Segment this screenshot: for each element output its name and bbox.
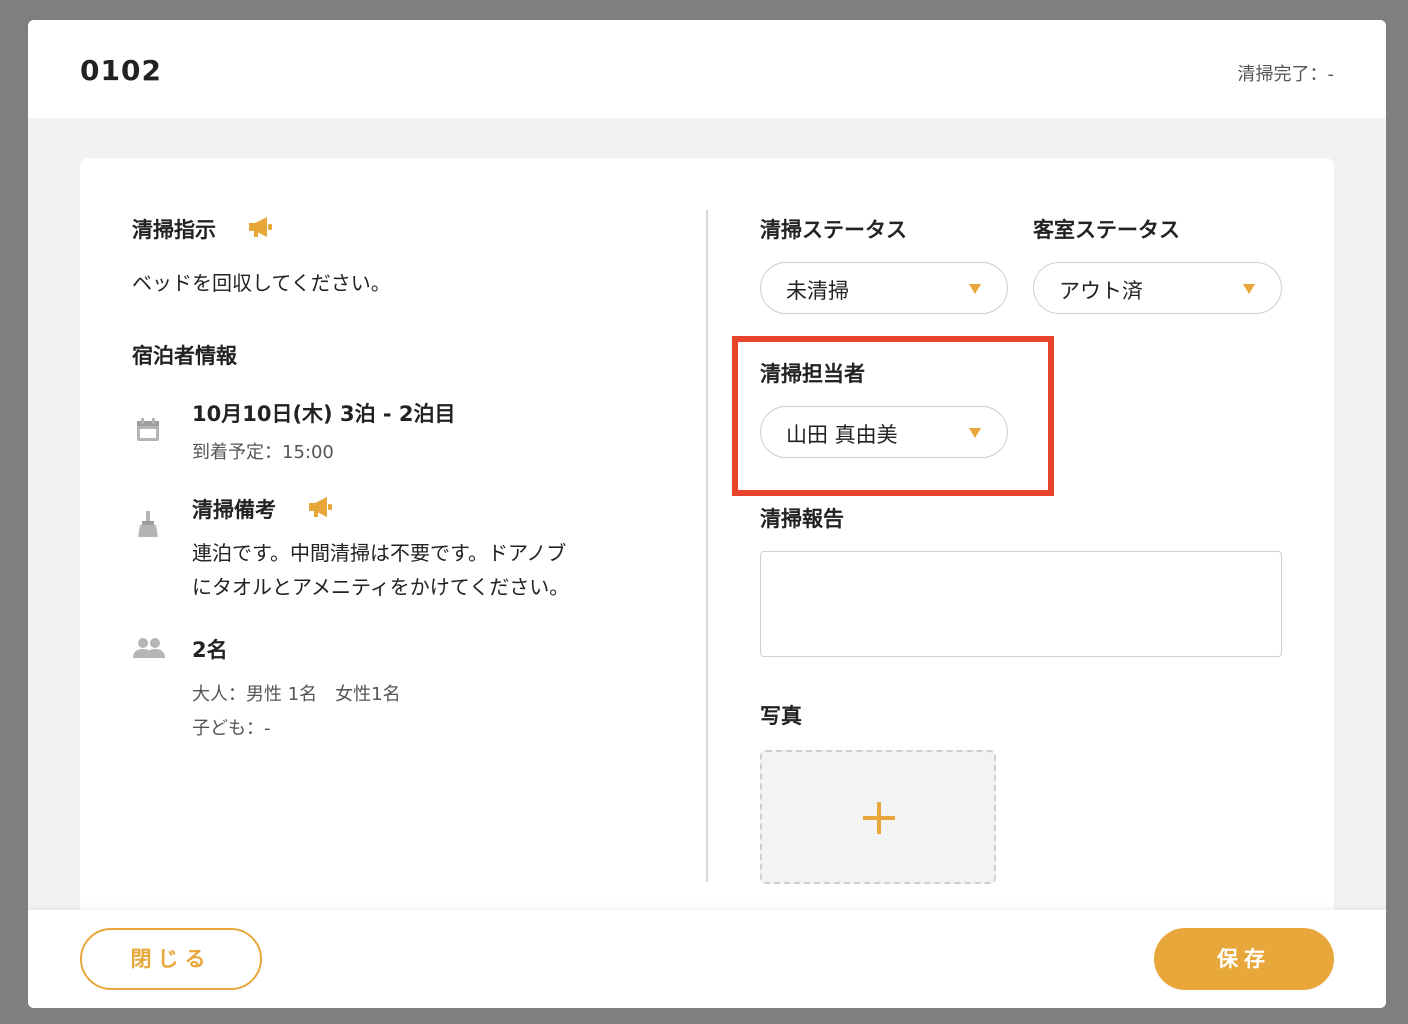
- cleaning-status-select[interactable]: 未清掃: [760, 262, 1008, 314]
- cleaning-notes-title: 清掃備考: [192, 498, 276, 522]
- photo-label: 写真: [760, 704, 802, 728]
- broom-icon: [138, 511, 158, 537]
- arrival-time: 到着予定：15:00: [192, 442, 334, 463]
- cleaning-notes-line1: 連泊です。中間清掃は不要です。ドアノブ: [192, 541, 567, 565]
- modal-footer: 閉じる 保存: [28, 910, 1386, 1008]
- guest-info-title: 宿泊者情報: [132, 344, 237, 368]
- close-button[interactable]: 閉じる: [80, 928, 262, 990]
- stay-summary: 10月10日(木) 3泊 - 2泊目: [192, 402, 456, 426]
- cleaning-complete-status: 清掃完了：-: [1237, 64, 1335, 85]
- cleaning-instruction-title: 清掃指示: [132, 218, 216, 242]
- room-status-select[interactable]: アウト済: [1033, 262, 1282, 314]
- people-icon: [133, 638, 165, 658]
- cleaning-report-label: 清掃報告: [760, 507, 844, 531]
- cleaning-instruction-text: ベッドを回収してください。: [132, 271, 391, 295]
- save-button[interactable]: 保存: [1154, 928, 1334, 990]
- megaphone-icon: [309, 497, 332, 517]
- megaphone-icon: [249, 217, 272, 237]
- cleaning-status-value: 未清掃: [786, 279, 849, 303]
- calendar-icon: [137, 418, 159, 441]
- room-number: 0102: [80, 54, 162, 87]
- cleaning-status-label: 清掃ステータス: [760, 218, 907, 242]
- room-status-value: アウト済: [1059, 279, 1143, 303]
- guest-count: 2名: [192, 638, 228, 662]
- room-detail-modal: 0102 清掃完了：- 清掃指示 ベッドを回収してください。 宿泊者情報 10月…: [28, 20, 1386, 1008]
- column-divider: [706, 210, 708, 882]
- adult-breakdown: 大人：男性 1名 女性1名: [192, 684, 401, 705]
- chevron-down-icon: [1243, 284, 1255, 294]
- cleaning-notes-line2: にタオルとアメニティをかけてください。: [192, 575, 570, 599]
- assignee-highlight-box: [732, 336, 1054, 496]
- chevron-down-icon: [969, 284, 981, 294]
- detail-card: 清掃指示 ベッドを回収してください。 宿泊者情報 10月10日(木) 3泊 - …: [80, 158, 1334, 928]
- plus-icon: [877, 802, 881, 834]
- add-photo-button[interactable]: [760, 750, 996, 884]
- room-status-label: 客室ステータス: [1033, 218, 1180, 242]
- cleaning-report-textarea[interactable]: [760, 551, 1282, 657]
- child-breakdown: 子ども：-: [192, 718, 271, 739]
- modal-header: 0102 清掃完了：-: [28, 20, 1386, 118]
